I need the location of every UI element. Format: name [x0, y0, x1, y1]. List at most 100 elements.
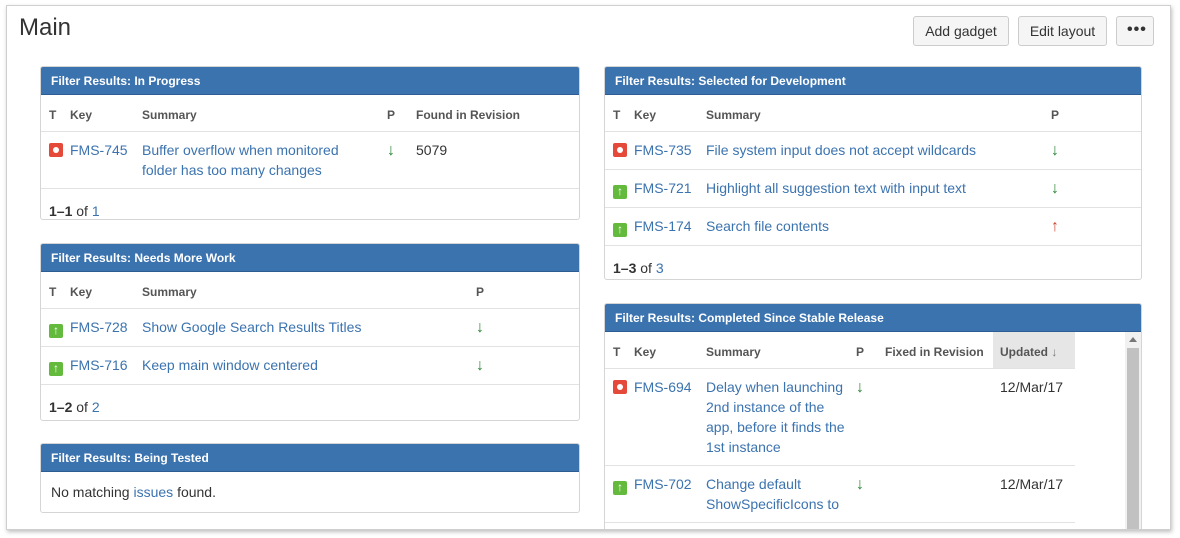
updated-date: 12/Mar/17 [993, 465, 1075, 523]
column-header-type[interactable]: T [605, 332, 634, 369]
fixed-in-revision [885, 368, 993, 466]
column-header-summary[interactable]: Summary [142, 272, 476, 309]
pagination-total-link[interactable]: 3 [656, 260, 664, 276]
add-gadget-button[interactable]: Add gadget [913, 16, 1009, 46]
column-header-priority[interactable]: P [387, 95, 416, 132]
scrollbar-thumb[interactable] [1127, 348, 1139, 529]
issue-summary-link[interactable]: Keep main window centered [142, 357, 318, 373]
table-row: FMS-735 File system input does not accep… [605, 131, 1141, 170]
gadget-title[interactable]: Filter Results: In Progress [41, 67, 579, 95]
priority-low-icon: ↓ [387, 141, 395, 159]
issue-key-link[interactable]: FMS-694 [634, 379, 692, 395]
issue-table: T Key Summary P FMS-735 File system inpu… [605, 95, 1141, 246]
issue-summary-link[interactable]: Delay when launching 2nd instance of the… [706, 379, 845, 455]
column-header-type[interactable]: T [41, 95, 70, 132]
column-header-priority[interactable]: P [1051, 95, 1141, 132]
improvement-icon: ↑ [613, 184, 627, 199]
updated-label: Updated [1000, 344, 1048, 359]
pagination-range: 1–3 [613, 259, 637, 276]
issue-key-link[interactable]: FMS-721 [634, 180, 692, 196]
updated-date: 12/Mar/17 [993, 368, 1075, 466]
column-header-found-in-revision[interactable]: Found in Revision [416, 95, 579, 132]
gadget-being-tested: Filter Results: Being Tested No matching… [40, 443, 580, 513]
page-title: Main [19, 14, 72, 41]
gadget-title[interactable]: Filter Results: Completed Since Stable R… [605, 304, 1141, 332]
pagination-summary: 1–1 of 1 [41, 189, 579, 220]
issue-key-link[interactable]: FMS-735 [634, 142, 692, 158]
issue-summary-link[interactable]: Show Google Search Results Titles [142, 319, 361, 335]
issue-summary-link[interactable]: Change default ShowSpecificIcons to [706, 476, 839, 512]
priority-low-icon: ↓ [1051, 179, 1059, 197]
issues-link[interactable]: issues [133, 484, 173, 500]
issue-summary-link[interactable]: Highlight all suggestion text with input… [706, 180, 966, 196]
bug-icon [613, 379, 627, 394]
column-header-fixed-in-revision[interactable]: Fixed in Revision [885, 332, 993, 369]
pagination-summary: 1–2 of 2 [41, 385, 579, 421]
table-row: ↑ FMS-721 Highlight all suggestion text … [605, 169, 1141, 208]
table-row: ↑ FMS-728 Show Google Search Results Tit… [41, 308, 579, 347]
issue-key-link[interactable]: FMS-728 [70, 319, 128, 335]
edit-layout-button[interactable]: Edit layout [1018, 16, 1107, 46]
gadget-completed-since-stable-release: Filter Results: Completed Since Stable R… [604, 303, 1142, 529]
gadget-title[interactable]: Filter Results: Selected for Development [605, 67, 1141, 95]
column-header-key[interactable]: Key [634, 95, 706, 132]
column-header-summary[interactable]: Summary [706, 332, 856, 369]
column-header-key[interactable]: Key [70, 272, 142, 309]
column-header-summary[interactable]: Summary [142, 95, 387, 132]
scroll-up-icon[interactable] [1129, 337, 1137, 342]
found-in-revision: 5079 [416, 131, 579, 189]
table-row: FMS-745 Buffer overflow when monitored f… [41, 131, 579, 189]
bug-icon [613, 142, 627, 157]
table-row: ↑ FMS-174 Search file contents ↑ [605, 207, 1141, 246]
vertical-scrollbar[interactable] [1125, 332, 1141, 529]
issue-summary-link[interactable]: Search file contents [706, 218, 829, 234]
improvement-icon: ↑ [613, 222, 627, 237]
issue-summary-link[interactable]: File system input does not accept wildca… [706, 142, 976, 158]
no-results-suffix: found. [177, 484, 216, 500]
bug-icon [49, 142, 63, 157]
table-row: ↑ FMS-702 Change default ShowSpecificIco… [605, 465, 1075, 523]
gadget-in-progress: Filter Results: In Progress T Key Summar… [40, 66, 580, 220]
pagination-total-link[interactable]: 1 [92, 203, 100, 219]
pagination-total-link[interactable]: 2 [92, 399, 100, 415]
column-header-updated[interactable]: Updated ↓ [993, 332, 1075, 369]
pagination-range: 1–2 [49, 398, 73, 415]
pagination-range: 1–1 [49, 202, 73, 219]
no-results-prefix: No matching [51, 484, 130, 500]
improvement-icon: ↑ [613, 480, 627, 495]
column-header-priority[interactable]: P [476, 272, 579, 309]
gadget-selected-for-development: Filter Results: Selected for Development… [604, 66, 1142, 280]
sort-descending-icon: ↓ [1051, 344, 1058, 359]
issue-summary-link[interactable]: Buffer overflow when monitored folder ha… [142, 142, 339, 178]
column-header-summary[interactable]: Summary [706, 95, 1051, 132]
issue-key-link[interactable]: FMS-745 [70, 142, 128, 158]
gadget-title[interactable]: Filter Results: Being Tested [41, 444, 579, 472]
pagination-summary: 1–3 of 3 [605, 246, 1141, 280]
priority-low-icon: ↓ [1051, 141, 1059, 159]
table-row: FMS-694 Delay when launching 2nd instanc… [605, 368, 1075, 466]
column-header-type[interactable]: T [605, 95, 634, 132]
column-header-type[interactable]: T [41, 272, 70, 309]
issue-table: T Key Summary P ↑ FMS-728 Show Google Se… [41, 272, 579, 385]
issue-key-link[interactable]: FMS-716 [70, 357, 128, 373]
column-header-key[interactable]: Key [70, 95, 142, 132]
priority-low-icon: ↓ [476, 318, 484, 336]
issue-table: T Key Summary P Fixed in Revision Update… [605, 332, 1075, 523]
issue-key-link[interactable]: FMS-702 [634, 476, 692, 492]
priority-low-icon: ↓ [856, 378, 864, 396]
priority-low-icon: ↓ [476, 356, 484, 374]
column-header-priority[interactable]: P [856, 332, 885, 369]
priority-low-icon: ↓ [856, 475, 864, 493]
issue-table: T Key Summary P Found in Revision FMS-74… [41, 95, 579, 189]
column-header-key[interactable]: Key [634, 332, 706, 369]
dashboard-frame: Main Add gadget Edit layout ••• Filter R… [6, 5, 1171, 530]
improvement-icon: ↑ [49, 361, 63, 376]
gadget-title[interactable]: Filter Results: Needs More Work [41, 244, 579, 272]
table-row: ↑ FMS-716 Keep main window centered ↓ [41, 346, 579, 385]
issue-key-link[interactable]: FMS-174 [634, 218, 692, 234]
gadget-needs-more-work: Filter Results: Needs More Work T Key Su… [40, 243, 580, 421]
priority-high-icon: ↑ [1051, 217, 1059, 235]
improvement-icon: ↑ [49, 323, 63, 338]
fixed-in-revision [885, 465, 993, 523]
more-options-button[interactable]: ••• [1116, 16, 1154, 46]
